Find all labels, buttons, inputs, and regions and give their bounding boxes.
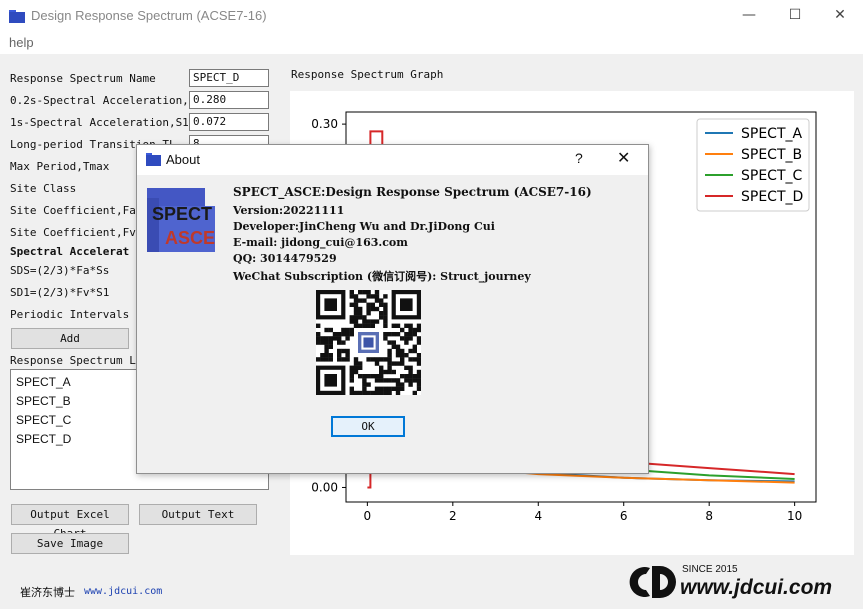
save-image-button[interactable]: Save Image — [11, 533, 129, 554]
sd1-formula: SD1=(2/3)*Fv*S1 — [10, 286, 110, 299]
ss-input[interactable]: 0.280 — [189, 91, 269, 109]
x-tick-label: 8 — [705, 509, 713, 523]
sds-formula: SDS=(2/3)*Fa*Ss — [10, 264, 110, 277]
legend-label: SPECT_B — [741, 147, 802, 163]
menu-help[interactable]: help — [9, 35, 34, 50]
author-name: 崔济东博士 — [20, 586, 75, 599]
s1-label: 1s-Spectral Acceleration,S1 — [10, 116, 188, 129]
author-link[interactable]: www.jdcui.com — [84, 586, 162, 597]
fv-label: Site Coefficient,Fv — [10, 226, 136, 239]
ok-button[interactable]: OK — [331, 416, 405, 437]
app-folder-icon — [9, 10, 25, 23]
help-icon[interactable]: ? — [575, 150, 583, 166]
logo-text-asce: ASCE — [165, 228, 216, 248]
y-tick-label: 0.30 — [311, 117, 338, 131]
x-tick-label: 10 — [787, 509, 802, 523]
ss-label: 0.2s-Spectral Acceleration,Ss — [10, 94, 188, 107]
x-tick-label: 6 — [620, 509, 628, 523]
dialog-close-icon[interactable]: ✕ — [617, 148, 630, 167]
tmax-label: Max Period,Tmax — [10, 160, 110, 173]
window-title: Design Response Spectrum (ACSE7-16) — [31, 8, 267, 23]
about-email: E-mail: jidong_cui@163.com — [233, 236, 408, 249]
spectrum-name-input[interactable]: SPECT_D — [189, 69, 269, 87]
window-titlebar: Design Response Spectrum (ACSE7-16) — ☐ … — [0, 0, 863, 32]
spectrum-name-label: Response Spectrum Name — [10, 72, 156, 85]
about-qq: QQ: 3014479529 — [233, 252, 337, 265]
dialog-folder-icon — [146, 153, 161, 166]
s1-input[interactable]: 0.072 — [189, 113, 269, 131]
x-tick-label: 2 — [449, 509, 457, 523]
spectrum-list-label: Response Spectrum List — [10, 354, 136, 367]
graph-label: Response Spectrum Graph — [291, 68, 444, 81]
about-dialog-titlebar: About ? ✕ — [137, 145, 648, 175]
legend-label: SPECT_C — [741, 168, 803, 184]
x-tick-label: 4 — [534, 509, 542, 523]
wechat-qr-code — [316, 290, 421, 395]
minimize-icon[interactable]: — — [726, 0, 772, 32]
about-heading: SPECT_ASCE:Design Response Spectrum (ACS… — [233, 185, 592, 199]
about-version: Version:20221111 — [233, 204, 345, 217]
x-tick-label: 0 — [364, 509, 372, 523]
maximize-icon[interactable]: ☐ — [772, 0, 818, 32]
add-button[interactable]: Add — [11, 328, 129, 349]
about-wechat: WeChat Subscription (微信订阅号): Struct_jour… — [233, 270, 531, 283]
output-text-button[interactable]: Output Text — [139, 504, 257, 525]
output-excel-chart-button[interactable]: Output Excel Chart — [11, 504, 129, 540]
periodic-intervals-label: Periodic Intervals — [10, 308, 130, 321]
site-class-label: Site Class — [10, 182, 77, 195]
fa-label: Site Coefficient,Fa — [10, 204, 136, 217]
logo-text-spect: SPECT — [152, 204, 213, 224]
close-icon[interactable]: ✕ — [817, 0, 863, 32]
brand-since: SINCE 2015 — [682, 564, 738, 575]
legend-label: SPECT_D — [741, 189, 803, 205]
menubar: help — [0, 32, 863, 54]
cd-logo-icon — [629, 566, 676, 598]
spectral-acceleration-heading: Spectral Accelerat — [10, 245, 130, 258]
spect-asce-logo: SPECT ASCE — [147, 188, 215, 252]
y-tick-label: 0.00 — [311, 480, 338, 494]
legend-label: SPECT_A — [741, 126, 803, 142]
about-developer: Developer:JinCheng Wu and Dr.JiDong Cui — [233, 220, 495, 233]
about-title: About — [166, 152, 200, 167]
brand-logo: SINCE 2015 www.jdcui.com — [626, 562, 858, 606]
about-dialog: About ? ✕ SPECT ASCE SPECT_ASCE:Design R… — [136, 144, 649, 474]
brand-url: www.jdcui.com — [680, 576, 833, 599]
